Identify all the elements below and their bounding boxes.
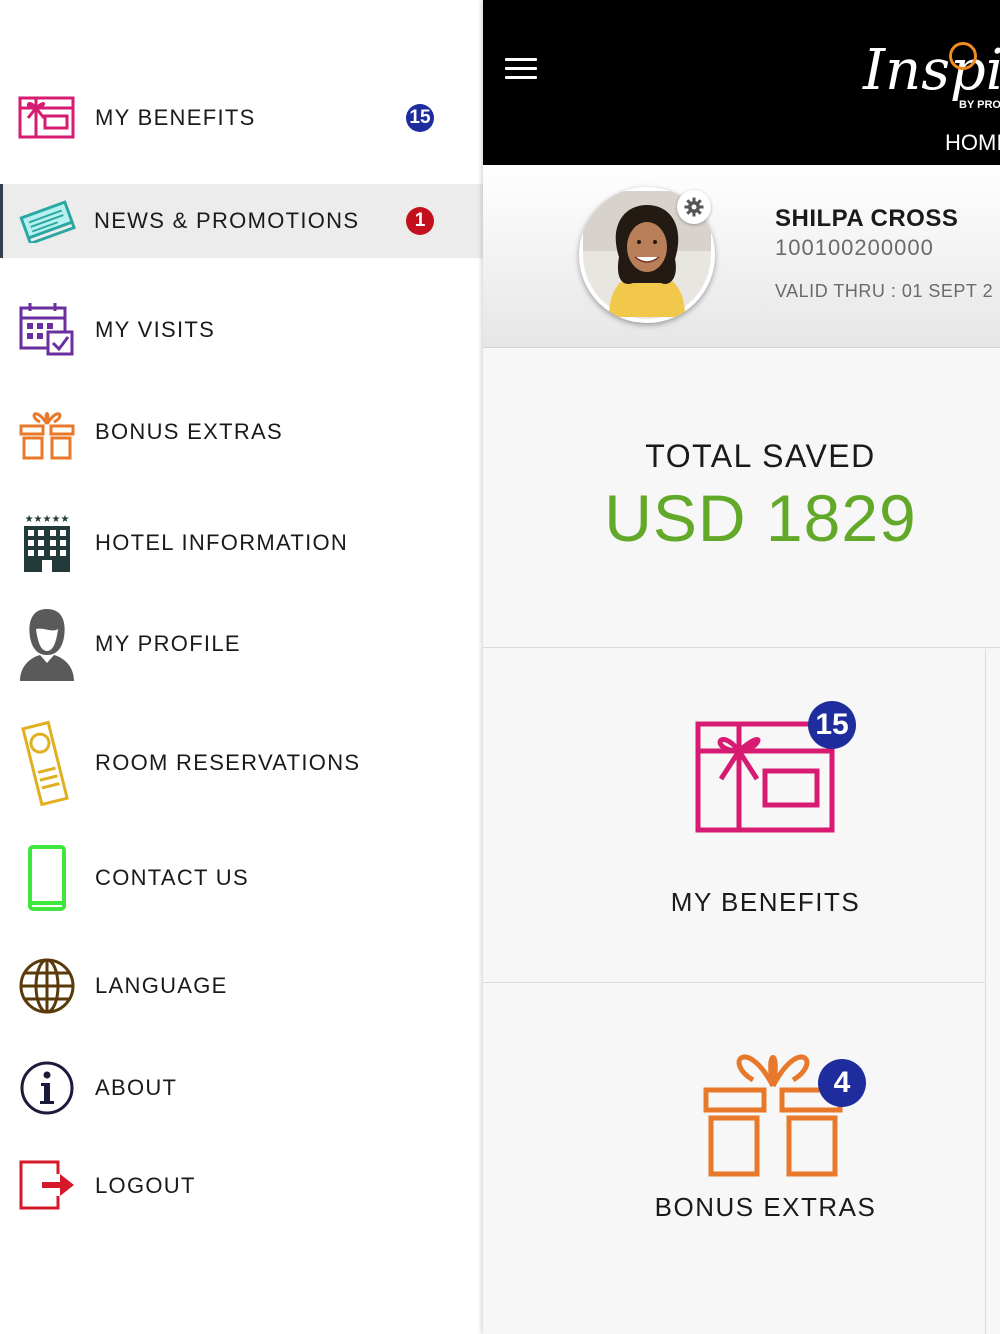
menu-item-news-promotions[interactable]: NEWS & PROMOTIONS 1: [0, 184, 483, 258]
menu-item-contact-us[interactable]: CONTACT US: [0, 840, 483, 916]
member-name: SHILPA CROSS: [775, 205, 959, 232]
menu-item-label: LOGOUT: [95, 1173, 196, 1198]
total-saved-label: TOTAL SAVED: [645, 438, 876, 474]
menu-item-room-reservations[interactable]: ROOM RESERVATIONS: [0, 718, 483, 808]
tile-label: MY BENEFITS: [670, 887, 861, 917]
menu-item-bonus-extras[interactable]: BONUS EXTRAS: [0, 394, 483, 470]
menu-item-label: NEWS & PROMOTIONS: [94, 208, 360, 233]
menu-item-label: MY VISITS: [95, 317, 216, 342]
globe-icon: [18, 948, 76, 1024]
svg-text:★★★★★: ★★★★★: [25, 514, 70, 525]
menu-item-logout[interactable]: LOGOUT: [0, 1148, 483, 1224]
door-hanger-icon: [18, 718, 76, 808]
notification-badge: 1: [406, 207, 434, 235]
menu-item-label: MY BENEFITS: [95, 105, 256, 130]
settings-gear-icon[interactable]: [677, 190, 711, 224]
main-panel: Inspira BY PRO HOMI: [483, 0, 1000, 1334]
my-benefits-tile[interactable]: 15 MY BENEFITS: [483, 649, 986, 983]
user-silhouette-icon: [18, 606, 76, 682]
menu-item-about[interactable]: ABOUT: [0, 1050, 483, 1126]
total-saved-panel: TOTAL SAVED USD 1829: [483, 348, 1000, 648]
hotel-building-icon: ★★★★★: [18, 505, 76, 581]
info-icon: [18, 1050, 76, 1126]
mobile-phone-icon: [18, 840, 76, 916]
brand-subtitle: BY PRO: [959, 99, 1000, 111]
nav-home-link[interactable]: HOMI: [945, 130, 1000, 156]
side-menu: MY BENEFITS 15 NEWS & PROMOTIONS 1 MY VI…: [0, 0, 483, 1334]
hamburger-menu-icon[interactable]: [505, 58, 537, 86]
gift-box-icon: [18, 394, 76, 470]
menu-item-my-profile[interactable]: MY PROFILE: [0, 606, 483, 682]
top-bar: Inspira BY PRO HOMI: [483, 0, 1000, 165]
member-id: 100100200000: [775, 235, 934, 260]
menu-item-label: LANGUAGE: [95, 973, 228, 998]
menu-item-label: MY PROFILE: [95, 631, 241, 656]
menu-item-hotel-information[interactable]: ★★★★★ HOTEL INFORMATION: [0, 505, 483, 581]
bonus-extras-tile[interactable]: 4 BONUS EXTRAS: [483, 984, 986, 1334]
menu-item-my-visits[interactable]: MY VISITS: [0, 292, 483, 368]
gift-box-icon: [703, 1028, 843, 1183]
menu-item-my-benefits[interactable]: MY BENEFITS 15: [0, 80, 483, 156]
newspaper-icon: [18, 183, 76, 259]
logout-icon: [18, 1148, 76, 1224]
menu-item-label: CONTACT US: [95, 865, 249, 890]
gift-card-icon: [18, 80, 76, 156]
menu-item-label: ABOUT: [95, 1075, 178, 1100]
membership-validity: VALID THRU : 01 SEPT 2: [775, 281, 994, 301]
menu-item-label: BONUS EXTRAS: [95, 419, 283, 444]
tile-label: BONUS EXTRAS: [654, 1192, 877, 1222]
menu-item-language[interactable]: LANGUAGE: [0, 948, 483, 1024]
total-saved-value: USD 1829: [604, 481, 917, 555]
notification-badge: 15: [406, 104, 434, 132]
calendar-check-icon: [18, 292, 76, 368]
menu-item-label: ROOM RESERVATIONS: [95, 750, 361, 775]
extras-count-badge: 4: [818, 1059, 866, 1107]
menu-item-label: HOTEL INFORMATION: [95, 530, 349, 555]
brand-ring-icon: [949, 42, 977, 70]
brand-logo: Inspira: [863, 38, 1000, 103]
member-profile-card: SHILPA CROSS 100100200000 VALID THRU : 0…: [483, 165, 1000, 348]
benefits-count-badge: 15: [808, 701, 856, 749]
